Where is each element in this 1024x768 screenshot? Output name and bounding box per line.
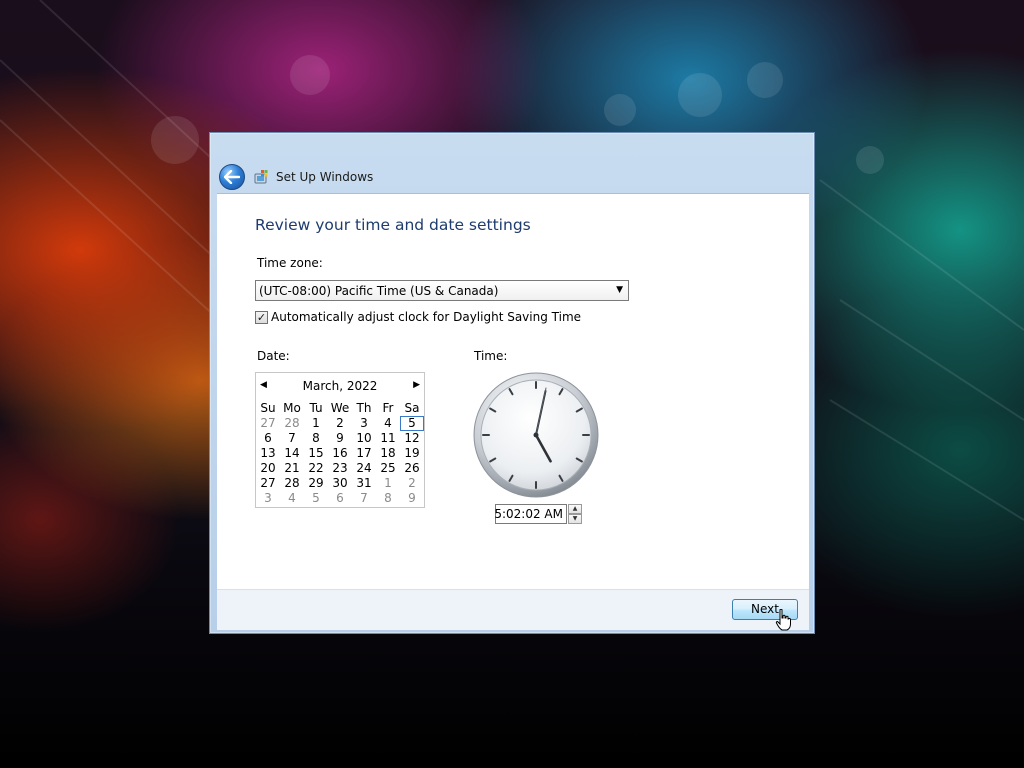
timezone-selected-value: (UTC-08:00) Pacific Time (US & Canada) — [259, 284, 499, 298]
calendar-day[interactable]: 28 — [280, 476, 304, 491]
timezone-dropdown[interactable]: (UTC-08:00) Pacific Time (US & Canada) ▼ — [255, 280, 629, 301]
calendar-day[interactable]: 21 — [280, 461, 304, 476]
time-spinner: ▲ ▼ — [568, 504, 582, 524]
calendar-day[interactable]: 27 — [256, 476, 280, 491]
calendar-day[interactable]: 15 — [304, 446, 328, 461]
calendar-day[interactable]: 6 — [328, 491, 352, 506]
calendar-grid: Su Mo Tu We Th Fr Sa 27 28 1 2 3 4 5 6 7 8 9 10 11 12 13 14 15 1… — [256, 401, 424, 506]
calendar-day[interactable]: 28 — [280, 416, 304, 431]
calendar-day[interactable]: 7 — [352, 491, 376, 506]
calendar-weekday-th: Th — [356, 401, 372, 415]
calendar-day[interactable]: 11 — [376, 431, 400, 446]
calendar-day[interactable]: 8 — [304, 431, 328, 446]
calendar-day[interactable]: 29 — [304, 476, 328, 491]
calendar-day[interactable]: 22 — [304, 461, 328, 476]
calendar-week-row: 27 28 1 2 3 4 5 — [256, 416, 424, 431]
calendar-day[interactable]: 31 — [352, 476, 376, 491]
content-panel: Review your time and date settings Time … — [217, 193, 809, 590]
calendar-day[interactable]: 25 — [376, 461, 400, 476]
time-spin-down-button[interactable]: ▼ — [568, 514, 582, 524]
dst-checkbox-label[interactable]: Automatically adjust clock for Daylight … — [271, 310, 581, 324]
calendar-day[interactable]: 19 — [400, 446, 424, 461]
calendar-day[interactable]: 20 — [256, 461, 280, 476]
calendar-next-month-icon[interactable]: ▶ — [413, 380, 420, 390]
timezone-label: Time zone: — [257, 256, 323, 270]
calendar-day[interactable]: 9 — [328, 431, 352, 446]
title-bar: Set Up Windows — [210, 133, 814, 193]
calendar-day[interactable]: 4 — [280, 491, 304, 506]
calendar-day[interactable]: 14 — [280, 446, 304, 461]
calendar-week-row: 20 21 22 23 24 25 26 — [256, 461, 424, 476]
calendar-weekday-mo: Mo — [283, 401, 301, 415]
calendar-day[interactable]: 2 — [400, 476, 424, 491]
calendar-weekday-fr: Fr — [382, 401, 394, 415]
next-button[interactable]: Next — [732, 599, 798, 620]
calendar-day[interactable]: 16 — [328, 446, 352, 461]
calendar-week-row: 27 28 29 30 31 1 2 — [256, 476, 424, 491]
calendar-week-row: 13 14 15 16 17 18 19 — [256, 446, 424, 461]
calendar-month-title[interactable]: March, 2022 — [256, 379, 424, 393]
page-heading: Review your time and date settings — [255, 216, 531, 234]
date-label: Date: — [257, 349, 290, 363]
time-input[interactable]: 5:02:02 AM — [494, 504, 567, 524]
time-label: Time: — [474, 349, 508, 363]
calendar-weekday-su: Su — [260, 401, 276, 415]
calendar-day[interactable]: 13 — [256, 446, 280, 461]
calendar-day[interactable]: 10 — [352, 431, 376, 446]
clock-center-pin — [533, 432, 539, 438]
calendar-day[interactable]: 9 — [400, 491, 424, 506]
time-value: 5:02:02 AM — [494, 507, 563, 521]
calendar-day[interactable]: 3 — [256, 491, 280, 506]
setup-windows-icon — [254, 170, 268, 184]
calendar-day[interactable]: 1 — [376, 476, 400, 491]
setup-windows-dialog: Set Up Windows Review your time and date… — [209, 132, 815, 634]
dst-checkbox[interactable]: ✓ — [255, 311, 268, 324]
dialog-footer: Next — [217, 589, 809, 630]
calendar-day[interactable]: 23 — [328, 461, 352, 476]
calendar-day[interactable]: 4 — [376, 416, 400, 431]
time-spin-up-button[interactable]: ▲ — [568, 504, 582, 514]
calendar-week-row: 6 7 8 9 10 11 12 — [256, 431, 424, 446]
calendar-weekday-sa: Sa — [404, 401, 420, 415]
chevron-down-icon: ▼ — [616, 285, 623, 295]
window-title: Set Up Windows — [276, 170, 374, 184]
calendar-day[interactable]: 24 — [352, 461, 376, 476]
calendar-weekday-we: We — [330, 401, 350, 415]
back-button[interactable] — [219, 164, 245, 190]
calendar-week-row: 3456789 — [256, 491, 424, 506]
calendar-day[interactable]: 1 — [304, 416, 328, 431]
date-calendar: ◀ March, 2022 ▶ Su Mo Tu We Th Fr Sa 27 28 1 2 3 4 5 6… — [255, 372, 425, 508]
calendar-day[interactable]: 3 — [352, 416, 376, 431]
calendar-day[interactable]: 27 — [256, 416, 280, 431]
calendar-weekday-row: Su Mo Tu We Th Fr Sa — [256, 401, 424, 416]
calendar-day[interactable]: 7 — [280, 431, 304, 446]
calendar-day[interactable]: 18 — [376, 446, 400, 461]
back-arrow-icon — [224, 170, 240, 184]
calendar-day[interactable]: 2 — [328, 416, 352, 431]
calendar-weekday-tu: Tu — [309, 401, 323, 415]
calendar-day[interactable]: 5 — [304, 491, 328, 506]
calendar-day[interactable]: 17 — [352, 446, 376, 461]
calendar-day[interactable]: 8 — [376, 491, 400, 506]
calendar-day-selected[interactable]: 5 — [400, 416, 424, 431]
calendar-day[interactable]: 6 — [256, 431, 280, 446]
calendar-day[interactable]: 26 — [400, 461, 424, 476]
calendar-day[interactable]: 12 — [400, 431, 424, 446]
calendar-day[interactable]: 30 — [328, 476, 352, 491]
analog-clock — [473, 372, 599, 498]
